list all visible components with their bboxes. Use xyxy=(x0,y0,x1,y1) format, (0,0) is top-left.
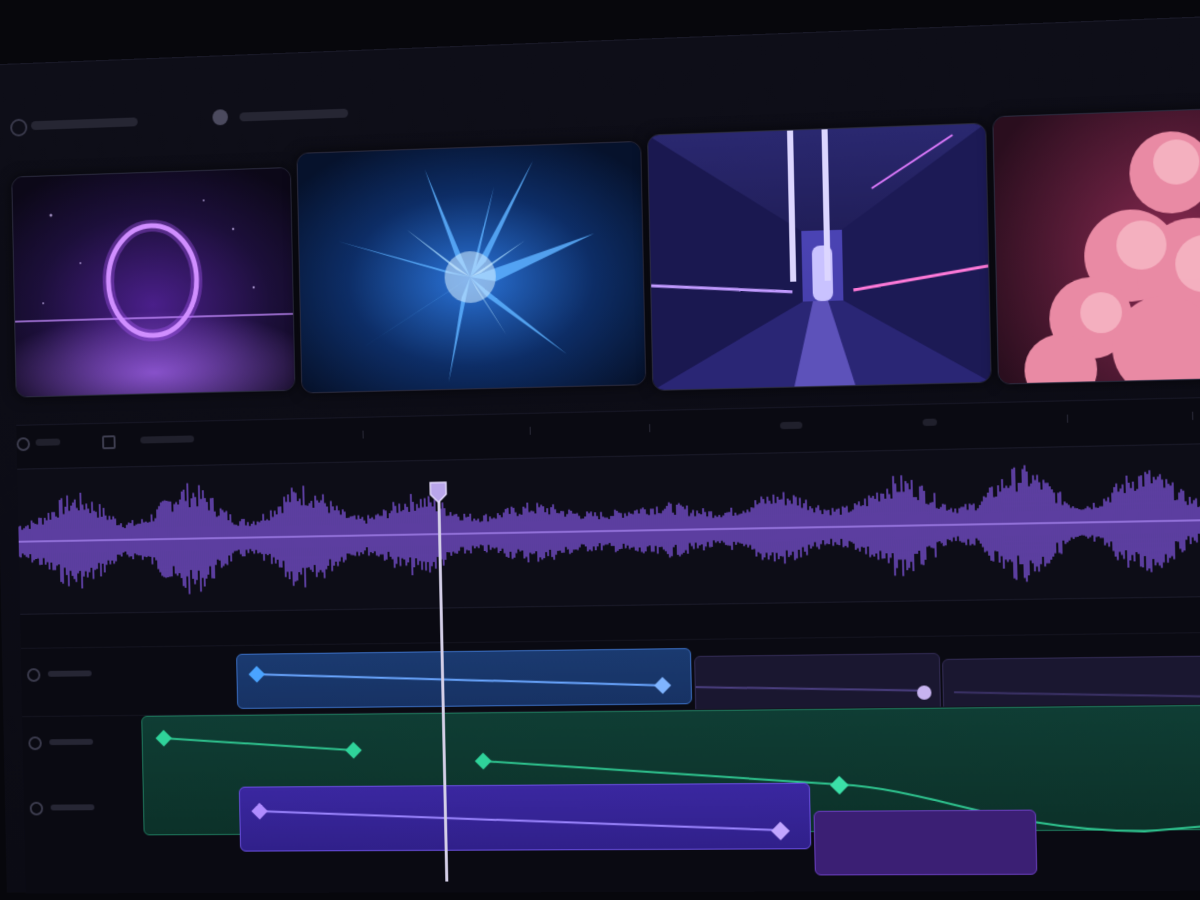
clip-purple[interactable] xyxy=(238,782,812,852)
ruler-tick xyxy=(1066,414,1069,423)
ruler-tick xyxy=(529,426,531,435)
keyframe-line xyxy=(248,649,672,708)
effects-track xyxy=(22,703,1200,785)
video-track-2 xyxy=(24,779,1200,876)
audio-track[interactable] xyxy=(17,442,1200,615)
keyframe-icon[interactable] xyxy=(654,676,672,694)
menu-icon[interactable] xyxy=(10,118,28,137)
clip-violet[interactable] xyxy=(813,809,1038,876)
video-track-1 xyxy=(20,631,1200,720)
waveform-path xyxy=(18,461,1200,598)
playhead-handle-icon[interactable] xyxy=(428,480,448,504)
keyframe-icon[interactable] xyxy=(345,741,362,759)
media-thumbnail-cloud[interactable] xyxy=(992,107,1200,385)
track-header xyxy=(21,647,146,717)
media-thumbnail-corridor[interactable] xyxy=(647,122,992,391)
ruler-tick xyxy=(1192,411,1194,420)
clip-dark-purple[interactable] xyxy=(694,652,942,715)
ruler-marker xyxy=(779,421,803,430)
track-lock-icon[interactable] xyxy=(26,668,41,682)
pink-cloud-icon xyxy=(993,108,1200,384)
track-label-placeholder xyxy=(49,738,94,746)
portal-ring-icon xyxy=(12,167,295,397)
track-header xyxy=(22,716,147,785)
keyframe-icon[interactable] xyxy=(248,665,265,683)
keyframe-icon[interactable] xyxy=(251,802,268,820)
track-lock-icon[interactable] xyxy=(28,736,42,751)
track-label-placeholder xyxy=(50,804,95,811)
media-bin xyxy=(11,107,1200,400)
ruler-label-placeholder xyxy=(35,438,61,446)
keyframe-icon[interactable] xyxy=(916,685,932,700)
track-label-placeholder xyxy=(47,670,92,677)
crystal-burst-icon xyxy=(297,141,646,393)
ruler-tick xyxy=(362,430,364,439)
keyframe-icon[interactable] xyxy=(771,821,790,841)
ruler-tick xyxy=(649,424,651,433)
track-lock-icon[interactable] xyxy=(29,801,44,816)
ruler-marker xyxy=(922,418,938,426)
media-thumbnail-portal[interactable] xyxy=(11,166,296,398)
project-name-placeholder xyxy=(30,117,138,131)
waveform-icon xyxy=(17,443,1200,614)
play-icon[interactable] xyxy=(102,435,116,450)
timeline-panel xyxy=(16,395,1200,894)
eye-icon[interactable] xyxy=(16,437,31,452)
editor-stage xyxy=(0,0,1200,900)
media-thumbnail-crystal[interactable] xyxy=(296,140,647,394)
neon-corridor-icon xyxy=(648,123,991,390)
keyframe-line xyxy=(695,654,932,700)
keyframe-icon[interactable] xyxy=(474,752,492,770)
clip-blue[interactable] xyxy=(236,647,693,709)
toolbar-label-placeholder xyxy=(239,108,349,122)
track-header xyxy=(24,787,149,856)
timecode-placeholder xyxy=(140,435,195,444)
video-editor-window xyxy=(0,14,1200,894)
keyframe-line xyxy=(251,802,790,841)
keyframe-icon[interactable] xyxy=(155,729,172,747)
record-icon[interactable] xyxy=(212,109,229,126)
